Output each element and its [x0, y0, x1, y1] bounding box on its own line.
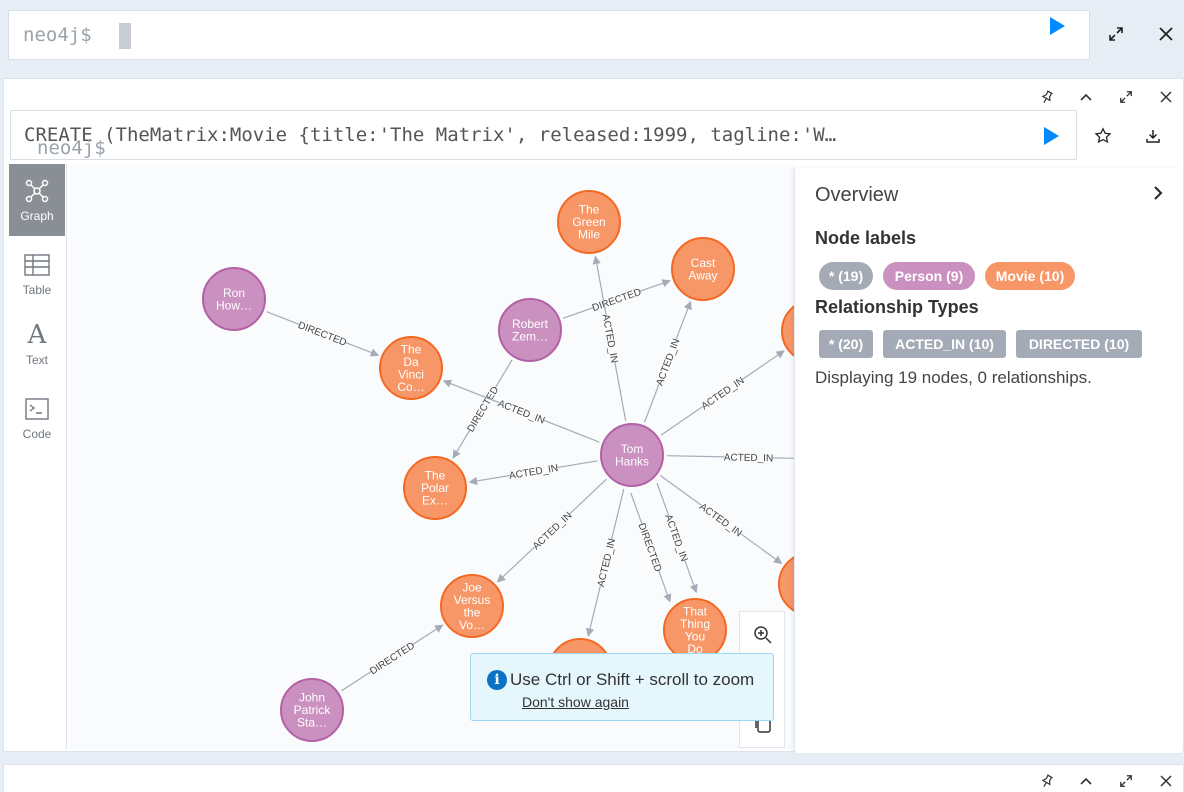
info-icon: i	[487, 670, 507, 690]
next-result-frame	[3, 764, 1184, 792]
rel-type-all[interactable]: * (20)	[819, 330, 873, 358]
text-cursor	[119, 23, 131, 49]
pin-icon	[1041, 774, 1053, 787]
node-caption: Away	[688, 268, 717, 282]
close-icon	[1160, 91, 1172, 103]
node-green[interactable]: TheGreenMile	[557, 190, 621, 254]
node-label-movie[interactable]: Movie (10)	[985, 262, 1075, 290]
node-caption: Mile	[578, 228, 600, 242]
movie-node-circle[interactable]	[778, 553, 795, 615]
relationship-label: DIRECTED	[636, 522, 664, 574]
chevron-up-icon	[1080, 93, 1092, 101]
relationship-label: ACTED_IN	[724, 452, 774, 464]
node-cast[interactable]: CastAway	[671, 237, 735, 301]
result-frame: neo4j$ CREATE (TheMatrix:Movie {title:'T…	[3, 78, 1184, 753]
main-editor-bar: neo4j$	[0, 0, 1184, 72]
frame-query-editor[interactable]: neo4j$ CREATE (TheMatrix:Movie {title:'T…	[10, 110, 1077, 160]
tab-table-label: Table	[22, 283, 52, 297]
pin-frame-button[interactable]	[1034, 87, 1058, 107]
node-john[interactable]: JohnPatrickSta…	[280, 678, 344, 742]
pin-frame-button[interactable]	[1034, 771, 1058, 791]
editor-prompt: neo4j$	[23, 24, 92, 46]
relationship-label: ACTED_IN	[496, 398, 546, 426]
expand-icon	[1120, 91, 1132, 103]
zoom-in-button[interactable]	[750, 622, 776, 648]
run-query-button[interactable]	[1050, 17, 1065, 35]
download-button[interactable]	[1140, 123, 1166, 149]
relationship-label: ACTED_IN	[700, 375, 747, 412]
view-switcher: Graph Table A Text Code	[9, 164, 67, 749]
tab-table[interactable]: Table	[9, 238, 65, 310]
tab-code-label: Code	[22, 427, 52, 441]
fullscreen-frame-button[interactable]	[1114, 771, 1138, 791]
relationship-types-heading: Relationship Types	[815, 297, 979, 317]
close-editor-button[interactable]	[1152, 22, 1180, 46]
node-robert[interactable]: RobertZem…	[498, 298, 562, 362]
overview-title: Overview	[815, 184, 899, 206]
node-caption: Vo…	[459, 618, 485, 632]
frame-prompt: neo4j$	[37, 137, 106, 159]
tab-graph-label: Graph	[20, 209, 54, 223]
node-caption: Ex…	[422, 494, 448, 508]
fullscreen-frame-button[interactable]	[1114, 87, 1138, 107]
relationship-label: ACTED_IN	[596, 537, 618, 588]
close-frame-button[interactable]	[1154, 87, 1178, 107]
node-caption: Co…	[397, 380, 424, 394]
tab-code[interactable]: Code	[9, 382, 65, 454]
tab-text-label: Text	[25, 353, 48, 367]
node-joe[interactable]: JoeVersustheVo…	[440, 574, 504, 638]
close-icon	[1160, 775, 1172, 787]
zoom-hint-toast: i Use Ctrl or Shift + scroll to zoom Don…	[470, 653, 774, 721]
relationship-label: DIRECTED	[368, 640, 417, 677]
rerun-query-button[interactable]	[1044, 127, 1059, 145]
node-tom[interactable]: TomHanks	[600, 423, 664, 487]
chevron-right-icon	[1154, 186, 1163, 200]
node-labels-heading: Node labels	[815, 228, 917, 248]
overview-summary: Displaying 19 nodes, 0 relationships.	[815, 368, 1092, 387]
collapse-frame-button[interactable]	[1074, 87, 1098, 107]
close-frame-button[interactable]	[1154, 771, 1178, 791]
node-polar[interactable]: ThePolarEx…	[403, 456, 467, 520]
expand-icon	[1120, 775, 1132, 787]
tab-text[interactable]: A Text	[9, 308, 65, 380]
node-caption: Hanks	[615, 454, 649, 468]
node-label-person[interactable]: Person (9)	[883, 262, 975, 290]
collapse-overview-button[interactable]	[1147, 182, 1169, 204]
collapse-frame-button[interactable]	[1074, 771, 1098, 791]
overview-panel: Overview Node labels * (19) Person (9) M…	[794, 168, 1182, 753]
node-ron[interactable]: RonHow…	[202, 267, 266, 331]
star-icon	[1094, 127, 1112, 144]
zoom-in-icon	[754, 626, 772, 644]
rel-type-acted-in[interactable]: ACTED_IN (10)	[883, 330, 1006, 358]
tab-graph[interactable]: Graph	[9, 164, 65, 236]
rel-type-directed[interactable]: DIRECTED (10)	[1016, 330, 1142, 358]
zoom-hint-message: Use Ctrl or Shift + scroll to zoom	[510, 670, 755, 689]
relationship-label: DIRECTED	[591, 287, 643, 314]
download-icon	[1146, 130, 1160, 143]
relationship-label: ACTED_IN	[531, 510, 575, 552]
table-icon	[24, 251, 50, 279]
query-editor[interactable]: neo4j$	[8, 10, 1090, 60]
code-icon	[25, 395, 49, 423]
relationship-label: ACTED_IN	[697, 501, 743, 539]
dont-show-again-link[interactable]: Don't show again	[522, 694, 629, 710]
node-caption: How…	[216, 298, 252, 312]
text-icon: A	[27, 320, 47, 350]
graph-icon	[24, 177, 50, 205]
favorite-button[interactable]	[1090, 123, 1116, 149]
chevron-up-icon	[1080, 777, 1092, 785]
node-right2[interactable]: L…	[778, 553, 795, 615]
expand-editor-button[interactable]	[1102, 22, 1130, 46]
node-caption: Zem…	[512, 329, 548, 343]
expand-icon	[1109, 27, 1123, 41]
pin-icon	[1041, 90, 1053, 103]
frame-query-text: CREATE (TheMatrix:Movie {title:'The Matr…	[24, 124, 837, 146]
relationship-label: ACTED_IN	[654, 337, 682, 387]
node-caption: Sta…	[297, 716, 327, 730]
node-label-all[interactable]: * (19)	[819, 262, 873, 290]
node-thatthing[interactable]: ThatThingYouDo	[663, 598, 727, 662]
relationship-label: ACTED_IN	[662, 513, 689, 563]
node-davinci[interactable]: TheDaVinciCo…	[379, 336, 443, 400]
close-icon	[1159, 27, 1173, 41]
